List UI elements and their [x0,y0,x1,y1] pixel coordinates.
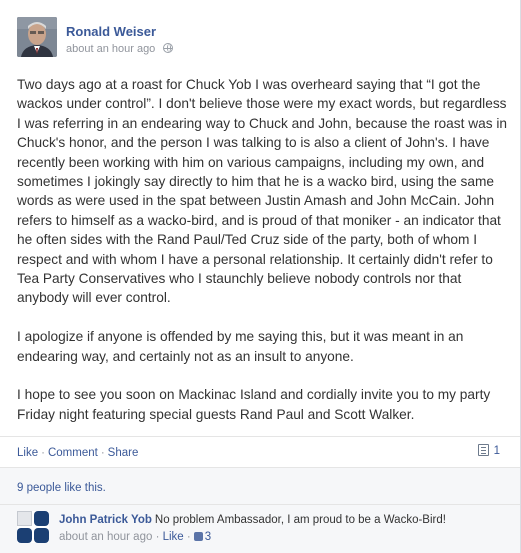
comment-line: John Patrick Yob No problem Ambassador, I… [59,514,446,526]
post-timestamp[interactable]: about an hour ago [66,43,155,55]
globe-icon[interactable] [163,43,174,53]
author-name[interactable]: Ronald Weiser [66,24,156,39]
post-paragraph: I hope to see you soon on Mackinac Islan… [17,387,491,422]
avatar-tile [17,511,32,526]
comment-item: John Patrick Yob No problem Ambassador, I… [0,504,520,553]
avatar-tile [34,528,49,543]
separator: · [41,447,45,459]
likes-summary: 9 people like this. [0,467,520,504]
post-actions: Like · Comment · Share [17,447,138,459]
comment-timestamp[interactable]: about an hour ago [59,531,152,543]
comment-like-count[interactable]: 3 [205,531,211,543]
comment-count-button[interactable]: 1 [477,444,500,458]
facebook-post: Ronald Weiser about an hour ago Two days… [0,0,521,553]
author-photo [17,17,57,57]
like-link[interactable]: Like [17,447,38,459]
post-actions-bar: Like · Comment · Share 1 [0,436,520,467]
comment-link[interactable]: Comment [48,447,98,459]
comment-like-link[interactable]: Like [163,531,184,543]
author-avatar[interactable] [17,17,57,57]
commenter-avatar[interactable] [17,511,49,543]
comment-icon [477,444,489,456]
comment-meta: about an hour ago · Like · 3 [59,531,211,543]
post-body: Two days ago at a roast for Chuck Yob I … [17,75,507,424]
share-link[interactable]: Share [108,447,139,459]
commenter-name[interactable]: John Patrick Yob [59,514,152,526]
post-paragraph: I apologize if anyone is offended by me … [17,329,464,364]
likes-count-link[interactable]: 9 people like this. [17,482,106,494]
avatar-tile [34,511,49,526]
separator: · [186,531,191,543]
separator: · [155,531,160,543]
separator: · [100,447,105,459]
avatar-tile [17,528,32,543]
post-paragraph: Two days ago at a roast for Chuck Yob I … [17,77,507,306]
comment-count: 1 [493,445,500,457]
comment-text: No problem Ambassador, I am proud to be … [154,514,446,526]
thumbs-up-icon [193,532,203,541]
post-meta: about an hour ago [66,43,174,55]
